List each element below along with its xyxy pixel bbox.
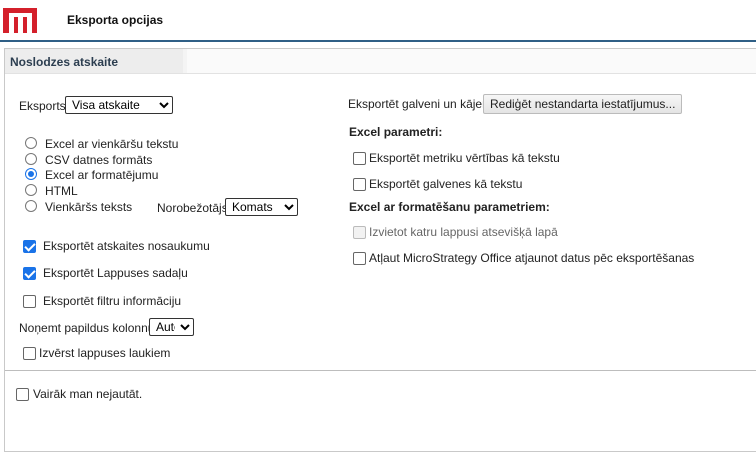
format-label-excel-formatted: Excel ar formatējumu [45,168,159,182]
delimiter-label: Norobežotājs: [157,201,232,215]
export-metric-values-text-checkbox[interactable] [353,152,366,165]
export-page-section-checkbox[interactable] [23,267,36,280]
allow-office-refresh-checkbox[interactable] [353,252,366,265]
format-radio-csv[interactable] [25,153,37,165]
allow-office-refresh-label: Atļaut MicroStrategy Office atjaunot dat… [369,251,695,265]
each-page-separate-sheet-label: Izvietot katru lappusi atsevišķā lapā [369,225,558,239]
export-options-panel: Noslodzes atskaite Eksports: Visa atskai… [4,48,756,452]
each-page-separate-sheet-checkbox[interactable] [353,226,366,239]
section-header: Noslodzes atskaite [5,49,187,73]
expand-page-fields-checkbox[interactable] [23,347,36,360]
export-filter-info-checkbox[interactable] [23,295,36,308]
remove-columns-label: Noņemt papildus kolonnu: [19,321,158,335]
format-radio-html[interactable] [25,184,37,196]
export-report-title-label: Eksportēt atskaites nosaukumu [43,239,210,253]
format-radio-excel-formatted[interactable] [25,168,37,180]
section-title: Noslodzes atskaite [10,55,119,69]
format-label-html: HTML [45,184,78,198]
export-headers-text-checkbox[interactable] [353,178,366,191]
expand-page-fields-label: Izvērst lappuses laukiem [39,346,171,360]
microstrategy-logo-icon [3,8,37,33]
format-radio-plain-text[interactable] [25,200,37,212]
export-headers-text-label: Eksportēt galvenes kā tekstu [369,177,523,191]
export-metric-values-text-label: Eksportēt metriku vērtības kā tekstu [369,151,560,165]
top-bar: Eksporta opcijas [0,0,756,42]
edit-custom-settings-button[interactable]: Rediģēt nestandarta iestatījumus... [483,94,683,114]
dont-ask-again-checkbox[interactable] [16,388,29,401]
export-label: Eksports: [19,99,70,113]
format-label-excel-plain: Excel ar vienkāršu tekstu [45,137,179,151]
export-select[interactable]: Visa atskaite [65,96,173,114]
section-header-bar [187,49,756,74]
export-page-section-label: Eksportēt Lappuses sadaļu [43,266,188,280]
header-footer-label: Eksportēt galveni un kājeni: [348,97,495,111]
dont-ask-again-label: Vairāk man nejautāt. [33,387,143,401]
export-report-title-checkbox[interactable] [23,240,36,253]
export-filter-info-label: Eksportēt filtru informāciju [43,294,182,308]
formatted-params-title: Excel ar formatēšanu parametriem: [349,200,550,214]
page-title: Eksporta opcijas [67,13,164,27]
options-area: Eksports: Visa atskaite Excel ar vienkār… [5,73,756,371]
format-label-plain-text: Vienkāršs teksts [45,200,133,214]
format-label-csv: CSV datnes formāts [45,153,153,167]
delimiter-select[interactable]: Komats [225,198,298,216]
excel-params-title: Excel parametri: [349,125,443,139]
remove-columns-select[interactable]: Auto [149,318,194,336]
format-radio-excel-plain[interactable] [25,137,37,149]
